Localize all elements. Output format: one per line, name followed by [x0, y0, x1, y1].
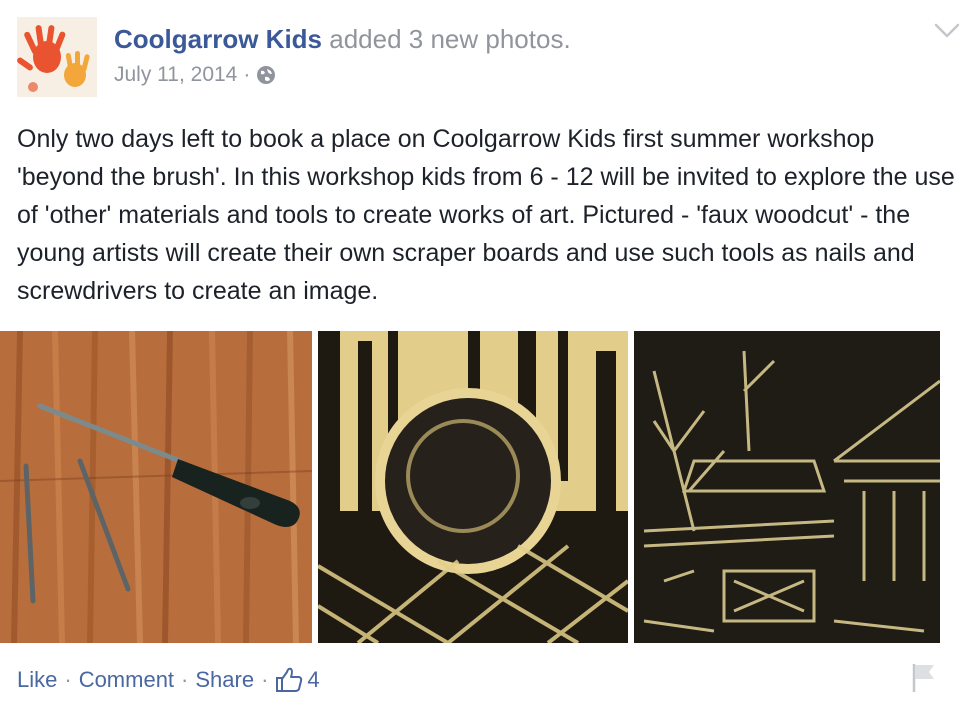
chevron-down-icon[interactable] — [933, 22, 961, 40]
facebook-post: Coolgarrow Kids added 3 new photos. July… — [0, 0, 970, 704]
meta-separator: · — [243, 63, 251, 86]
action-separator: · — [64, 667, 72, 692]
page-avatar[interactable] — [17, 17, 97, 97]
like-count: 4 — [307, 667, 320, 692]
screwdriver-and-nails-photo[interactable] — [0, 331, 312, 643]
scraperboard-house-photo[interactable] — [634, 331, 940, 643]
action-separator: · — [181, 667, 189, 692]
post-message: Only two days left to book a place on Co… — [17, 125, 955, 305]
page-name-link[interactable]: Coolgarrow Kids — [114, 24, 322, 54]
post-actions: Like · Comment · Share · 4 — [17, 663, 320, 697]
action-separator: · — [261, 667, 269, 692]
like-link[interactable]: Like — [17, 667, 57, 693]
post-meta: July 11, 2014 · — [114, 62, 571, 88]
globe-icon[interactable] — [256, 65, 276, 85]
post-title-line: Coolgarrow Kids added 3 new photos. — [114, 22, 571, 56]
photo-grid — [0, 331, 940, 643]
share-link[interactable]: Share — [195, 667, 254, 693]
like-count-button[interactable]: 4 — [275, 667, 320, 693]
post-header: Coolgarrow Kids added 3 new photos. July… — [114, 22, 571, 88]
thumbs-up-icon — [275, 667, 303, 693]
post-action-text: added 3 new photos. — [329, 24, 571, 54]
scraperboard-ball-photo[interactable] — [318, 331, 628, 643]
handprint-avatar-image — [17, 17, 97, 97]
comment-link[interactable]: Comment — [79, 667, 174, 693]
post-date-link[interactable]: July 11, 2014 — [114, 62, 237, 88]
flag-icon[interactable] — [908, 660, 938, 694]
